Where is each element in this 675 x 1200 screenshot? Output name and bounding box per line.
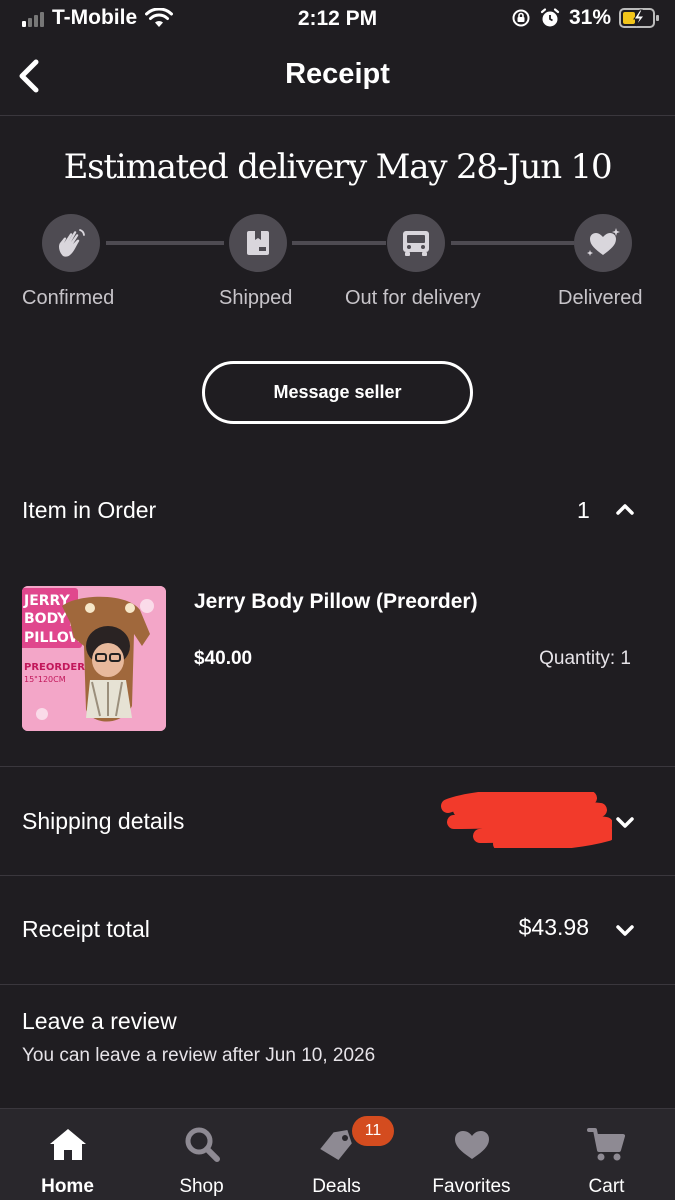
item-in-order-label: Item in Order	[22, 497, 157, 523]
heart-sparkle-icon	[587, 228, 620, 256]
redaction-scribble	[441, 792, 612, 848]
nav-header: Receipt	[0, 38, 675, 116]
product-thumbnail[interactable]: JERRY BODY PILLOW PREORDER 15"120CM	[22, 586, 166, 731]
delivery-estimate-heading: Estimated delivery May 28-Jun 10	[63, 147, 613, 187]
tab-label-cart: Cart	[588, 1176, 625, 1197]
truck-icon	[403, 231, 429, 256]
divider	[0, 766, 675, 767]
waving-hand-icon	[59, 229, 85, 257]
shipping-details-label: Shipping details	[22, 808, 185, 834]
thumb-text: BODY	[24, 611, 68, 627]
thumb-text: PREORDER	[24, 662, 85, 673]
cart-icon	[587, 1128, 625, 1161]
rotation-lock-icon	[512, 9, 530, 27]
step-label-shipped: Shipped	[219, 287, 293, 309]
battery-percent: 31%	[568, 6, 611, 29]
heart-icon	[455, 1131, 489, 1159]
step-delivered	[574, 214, 632, 272]
tab-favorites[interactable]: Favorites	[404, 1109, 539, 1200]
battery-icon	[619, 8, 659, 28]
search-icon	[185, 1127, 220, 1162]
tab-home[interactable]: Home	[0, 1109, 135, 1200]
tab-label-shop: Shop	[179, 1176, 224, 1197]
message-seller-button[interactable]: Message seller	[202, 361, 473, 424]
home-icon	[50, 1129, 86, 1160]
tab-cart[interactable]: Cart	[539, 1109, 674, 1200]
chevron-up-icon[interactable]	[615, 502, 635, 516]
step-shipped	[229, 214, 287, 272]
divider	[0, 984, 675, 985]
item-count: 1	[577, 497, 590, 523]
receipt-total-label: Receipt total	[22, 916, 150, 942]
alarm-icon	[540, 8, 560, 27]
status-bar: T-Mobile 2:12 PM 31%	[0, 0, 675, 38]
tab-bar: Home Shop Deals Favorites Cart	[0, 1108, 675, 1200]
receipt-total-value: $43.98	[518, 914, 589, 940]
chevron-down-icon[interactable]	[615, 816, 635, 830]
product-quantity: Quantity: 1	[539, 648, 631, 669]
step-out-for-delivery	[387, 214, 445, 272]
tab-shop[interactable]: Shop	[134, 1109, 269, 1200]
tab-label-deals: Deals	[312, 1176, 361, 1197]
thumb-text: 15"120CM	[24, 675, 66, 684]
leave-review-title[interactable]: Leave a review	[22, 1008, 177, 1035]
tab-label-home: Home	[41, 1176, 94, 1197]
chevron-down-icon[interactable]	[615, 924, 635, 938]
step-label-out-for-delivery: Out for delivery	[345, 287, 481, 309]
product-price: $40.00	[194, 648, 253, 669]
deals-badge: 11	[352, 1116, 394, 1146]
divider	[0, 875, 675, 876]
step-label-delivered: Delivered	[558, 287, 643, 309]
progress-line	[451, 241, 574, 245]
step-confirmed	[42, 214, 100, 272]
tab-label-favorites: Favorites	[432, 1176, 511, 1197]
product-name[interactable]: Jerry Body Pillow (Preorder)	[194, 590, 478, 614]
leave-review-subtitle: You can leave a review after Jun 10, 202…	[22, 1045, 376, 1066]
page-title: Receipt	[285, 58, 390, 90]
progress-line	[292, 241, 386, 245]
step-label-confirmed: Confirmed	[22, 287, 115, 309]
progress-line	[106, 241, 224, 245]
package-icon	[247, 231, 269, 255]
